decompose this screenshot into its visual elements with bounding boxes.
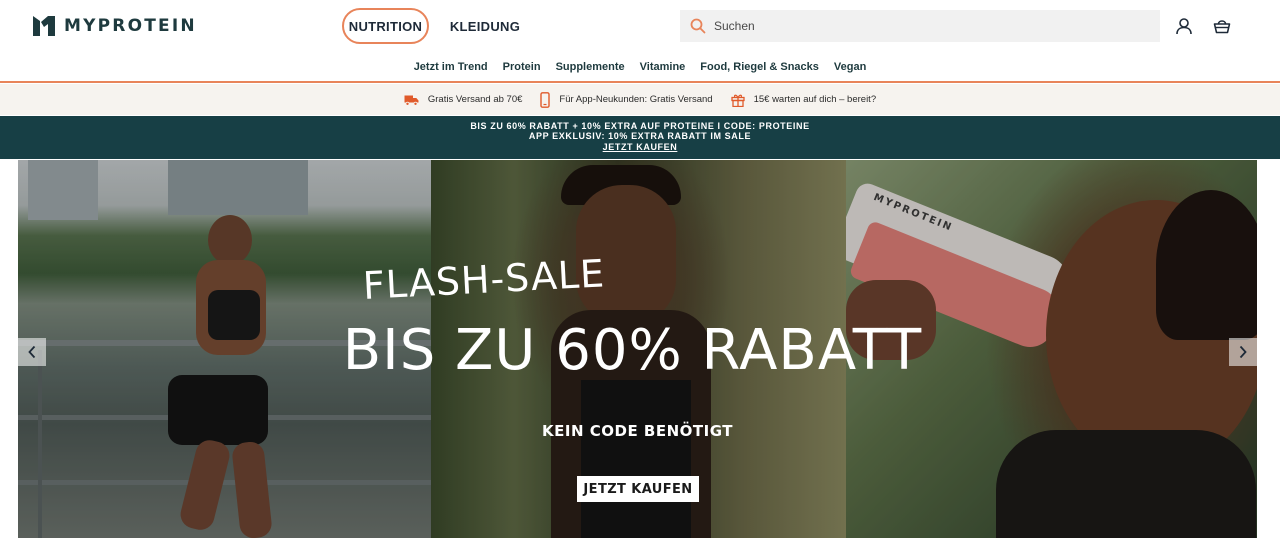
logo-mark-icon	[33, 16, 55, 36]
promo-banner: BIS ZU 60% RABATT + 10% EXTRA AUF PROTEI…	[0, 116, 1280, 159]
tab-nutrition[interactable]: NUTRITION	[342, 8, 429, 44]
tab-kleidung[interactable]: KLEIDUNG	[446, 8, 524, 44]
site-header: MYPROTEIN NUTRITION KLEIDUNG	[0, 0, 1280, 52]
search-input[interactable]	[714, 19, 1134, 33]
hero-subtitle: KEIN CODE BENÖTIGT	[542, 422, 733, 440]
benefit-gift[interactable]: 15€ warten auf dich – bereit?	[730, 93, 877, 107]
search-icon[interactable]	[690, 18, 706, 34]
logo-text: MYPROTEIN	[64, 16, 197, 36]
promo-link[interactable]: JETZT KAUFEN	[603, 142, 678, 152]
truck-icon	[404, 95, 419, 106]
basket-icon[interactable]	[1211, 15, 1233, 37]
nav-item-vegan[interactable]: Vegan	[826, 61, 873, 73]
nav-item-protein[interactable]: Protein	[495, 61, 548, 73]
hero-cta-button[interactable]: JETZT KAUFEN	[577, 476, 699, 502]
benefit-shipping[interactable]: Gratis Versand ab 70€	[404, 94, 523, 106]
benefit-text: Für App-Neukunden: Gratis Versand	[559, 94, 713, 105]
search-bar[interactable]	[680, 10, 1160, 42]
benefit-app[interactable]: Für App-Neukunden: Gratis Versand	[540, 91, 713, 108]
phone-icon	[540, 91, 551, 108]
category-nav: Jetzt im Trend Protein Supplemente Vitam…	[0, 52, 1280, 83]
nav-item-vitamine[interactable]: Vitamine	[632, 61, 693, 73]
benefits-bar: Gratis Versand ab 70€ Für App-Neukunden:…	[0, 84, 1280, 115]
myprotein-logo[interactable]: MYPROTEIN	[33, 15, 197, 37]
nav-item-food[interactable]: Food, Riegel & Snacks	[693, 61, 827, 73]
promo-line-2: APP EXKLUSIV: 10% EXTRA RABATT IM SALE	[528, 131, 752, 142]
hero-title: BIS ZU 60% RABATT	[342, 318, 923, 383]
nav-item-trend[interactable]: Jetzt im Trend	[406, 61, 495, 73]
promo-line-1: BIS ZU 60% RABATT + 10% EXTRA AUF PROTEI…	[470, 121, 810, 131]
gift-icon	[730, 94, 745, 107]
carousel-next-button[interactable]	[1229, 338, 1257, 366]
nav-item-supplemente[interactable]: Supplemente	[548, 61, 632, 73]
chevron-left-icon	[28, 345, 36, 359]
chevron-right-icon	[1239, 345, 1247, 359]
hero-carousel[interactable]: MYPROTEIN FLASH-SALE BIS ZU 60% RABATT K…	[18, 160, 1257, 538]
account-icon[interactable]	[1173, 15, 1195, 37]
benefit-text: 15€ warten auf dich – bereit?	[753, 94, 877, 105]
benefit-text: Gratis Versand ab 70€	[427, 94, 523, 105]
carousel-prev-button[interactable]	[18, 338, 46, 366]
